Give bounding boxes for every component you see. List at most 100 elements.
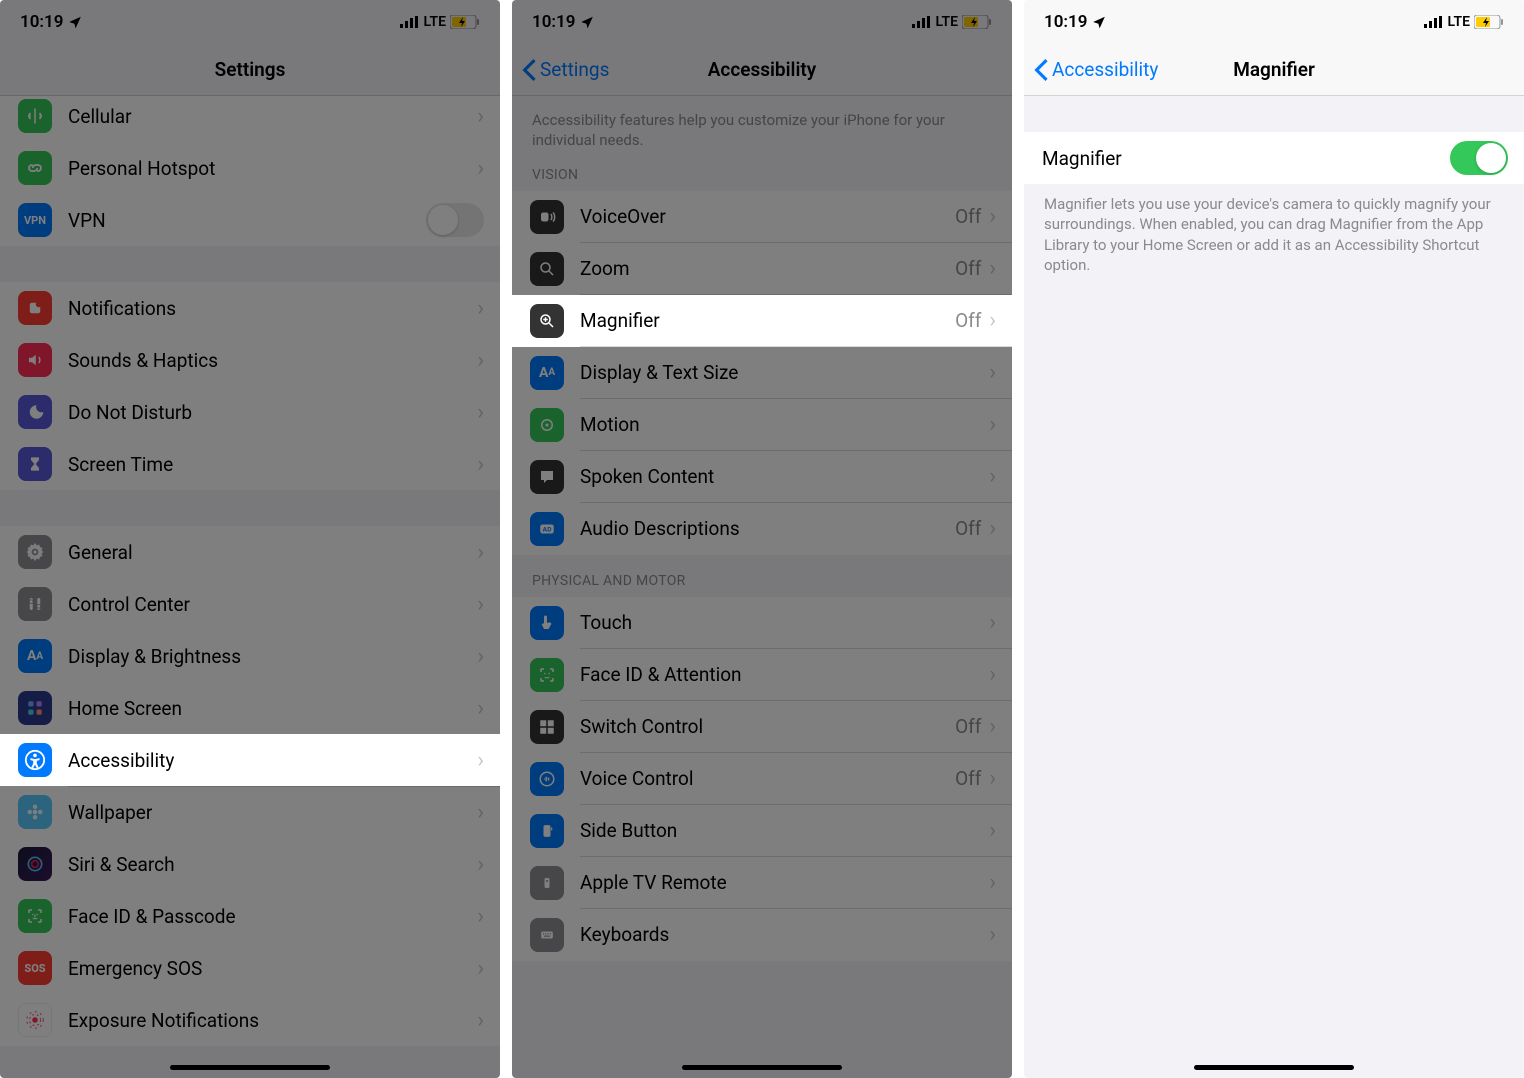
row-wallpaper[interactable]: Wallpaper › bbox=[0, 786, 500, 838]
row-touch[interactable]: Touch › bbox=[512, 597, 1012, 649]
location-icon bbox=[68, 15, 82, 29]
row-label: Display & Text Size bbox=[580, 361, 989, 384]
voice-control-icon bbox=[530, 762, 564, 796]
row-label: Voice Control bbox=[580, 767, 955, 790]
row-label: Face ID & Attention bbox=[580, 663, 989, 686]
row-label: Face ID & Passcode bbox=[68, 905, 477, 928]
row-label: Accessibility bbox=[68, 749, 477, 772]
row-face[interactable]: Face ID & Attention › bbox=[512, 649, 1012, 701]
chevron-right-icon: › bbox=[477, 1008, 484, 1033]
status-carrier: LTE bbox=[1448, 14, 1470, 30]
chevron-right-icon: › bbox=[477, 104, 484, 129]
status-time: 10:19 bbox=[532, 12, 575, 32]
row-value: Off bbox=[955, 715, 981, 738]
nav-header: Settings Accessibility bbox=[512, 44, 1012, 96]
row-voiceover[interactable]: VoiceOver Off › bbox=[512, 191, 1012, 243]
home-indicator[interactable] bbox=[682, 1065, 842, 1070]
row-label: Wallpaper bbox=[68, 801, 477, 824]
row-audio[interactable]: AD Audio Descriptions Off › bbox=[512, 503, 1012, 555]
chevron-right-icon: › bbox=[989, 204, 996, 229]
chevron-right-icon: › bbox=[989, 412, 996, 437]
vpn-toggle[interactable] bbox=[426, 203, 484, 237]
row-atv[interactable]: Apple TV Remote › bbox=[512, 857, 1012, 909]
siri-icon bbox=[18, 847, 52, 881]
page-title: Magnifier bbox=[1233, 58, 1315, 81]
row-motion[interactable]: Motion › bbox=[512, 399, 1012, 451]
battery-icon bbox=[1474, 15, 1504, 29]
row-value: Off bbox=[955, 205, 981, 228]
text-size-icon: AA bbox=[18, 639, 52, 673]
magnifier-list: Magnifier Magnifier lets you use your de… bbox=[1024, 96, 1524, 285]
row-keyboards[interactable]: Keyboards › bbox=[512, 909, 1012, 961]
row-sounds[interactable]: Sounds & Haptics › bbox=[0, 334, 500, 386]
row-homescreen[interactable]: Home Screen › bbox=[0, 682, 500, 734]
row-screentime[interactable]: Screen Time › bbox=[0, 438, 500, 490]
row-label: Notifications bbox=[68, 297, 477, 320]
chevron-left-icon bbox=[1034, 59, 1048, 81]
home-indicator[interactable] bbox=[170, 1065, 330, 1070]
home-indicator[interactable] bbox=[1194, 1065, 1354, 1070]
row-display[interactable]: AA Display & Brightness › bbox=[0, 630, 500, 682]
exposure-icon bbox=[18, 1003, 52, 1037]
row-label: Display & Brightness bbox=[68, 645, 477, 668]
settings-list[interactable]: Cellular › Personal Hotspot › VPN VPN No… bbox=[0, 96, 500, 1078]
magnifier-toggle[interactable] bbox=[1450, 141, 1508, 175]
row-faceid[interactable]: Face ID & Passcode › bbox=[0, 890, 500, 942]
phone-accessibility: 10:19 LTE Settings Accessibility Accessi… bbox=[512, 0, 1012, 1078]
chevron-right-icon: › bbox=[989, 610, 996, 635]
row-label: Motion bbox=[580, 413, 989, 436]
row-zoom[interactable]: Zoom Off › bbox=[512, 243, 1012, 295]
keyboard-icon bbox=[530, 918, 564, 952]
row-sos[interactable]: SOS Emergency SOS › bbox=[0, 942, 500, 994]
chevron-right-icon: › bbox=[477, 852, 484, 877]
chevron-right-icon: › bbox=[477, 452, 484, 477]
row-magnifier-toggle[interactable]: Magnifier bbox=[1024, 132, 1524, 184]
back-button[interactable]: Settings bbox=[522, 58, 609, 81]
row-magnifier[interactable]: Magnifier Off › bbox=[512, 295, 1012, 347]
row-notifications[interactable]: Notifications › bbox=[0, 282, 500, 334]
status-bar: 10:19 LTE bbox=[0, 0, 500, 44]
row-vpn[interactable]: VPN VPN bbox=[0, 194, 500, 246]
row-switchc[interactable]: Switch Control Off › bbox=[512, 701, 1012, 753]
chevron-right-icon: › bbox=[477, 644, 484, 669]
row-siri[interactable]: Siri & Search › bbox=[0, 838, 500, 890]
row-sidebtn[interactable]: Side Button › bbox=[512, 805, 1012, 857]
row-label: Control Center bbox=[68, 593, 477, 616]
row-label: Cellular bbox=[68, 105, 477, 128]
row-exposure[interactable]: Exposure Notifications › bbox=[0, 994, 500, 1046]
row-controlcenter[interactable]: Control Center › bbox=[0, 578, 500, 630]
phone-magnifier: 10:19 LTE Accessibility Magnifier Magnif… bbox=[1024, 0, 1524, 1078]
accessibility-list[interactable]: Accessibility features help you customiz… bbox=[512, 96, 1012, 961]
nav-header: Accessibility Magnifier bbox=[1024, 44, 1524, 96]
signal-icon bbox=[400, 16, 420, 28]
row-cellular[interactable]: Cellular › bbox=[0, 96, 500, 142]
row-general[interactable]: General › bbox=[0, 526, 500, 578]
row-label: Audio Descriptions bbox=[580, 517, 955, 540]
chevron-right-icon: › bbox=[989, 464, 996, 489]
svg-text:AD: AD bbox=[543, 525, 553, 533]
back-button[interactable]: Accessibility bbox=[1034, 58, 1158, 81]
back-label: Accessibility bbox=[1052, 58, 1158, 81]
row-voicec[interactable]: Voice Control Off › bbox=[512, 753, 1012, 805]
page-title: Settings bbox=[215, 58, 286, 81]
row-hotspot[interactable]: Personal Hotspot › bbox=[0, 142, 500, 194]
chevron-right-icon: › bbox=[477, 540, 484, 565]
speech-icon bbox=[530, 460, 564, 494]
chevron-right-icon: › bbox=[477, 696, 484, 721]
chevron-right-icon: › bbox=[989, 360, 996, 385]
status-bar: 10:19 LTE bbox=[512, 0, 1012, 44]
row-spoken[interactable]: Spoken Content › bbox=[512, 451, 1012, 503]
row-label: VPN bbox=[68, 209, 426, 232]
row-accessibility[interactable]: Accessibility › bbox=[0, 734, 500, 786]
status-time: 10:19 bbox=[20, 12, 63, 32]
row-dnd[interactable]: Do Not Disturb › bbox=[0, 386, 500, 438]
row-displaytext[interactable]: AA Display & Text Size › bbox=[512, 347, 1012, 399]
battery-icon bbox=[450, 15, 480, 29]
speaker-icon bbox=[18, 343, 52, 377]
section-physical: PHYSICAL AND MOTOR bbox=[512, 555, 1012, 597]
row-label: Home Screen bbox=[68, 697, 477, 720]
sos-icon: SOS bbox=[18, 951, 52, 985]
status-carrier: LTE bbox=[936, 14, 958, 30]
faceid-icon bbox=[530, 658, 564, 692]
status-bar: 10:19 LTE bbox=[1024, 0, 1524, 44]
